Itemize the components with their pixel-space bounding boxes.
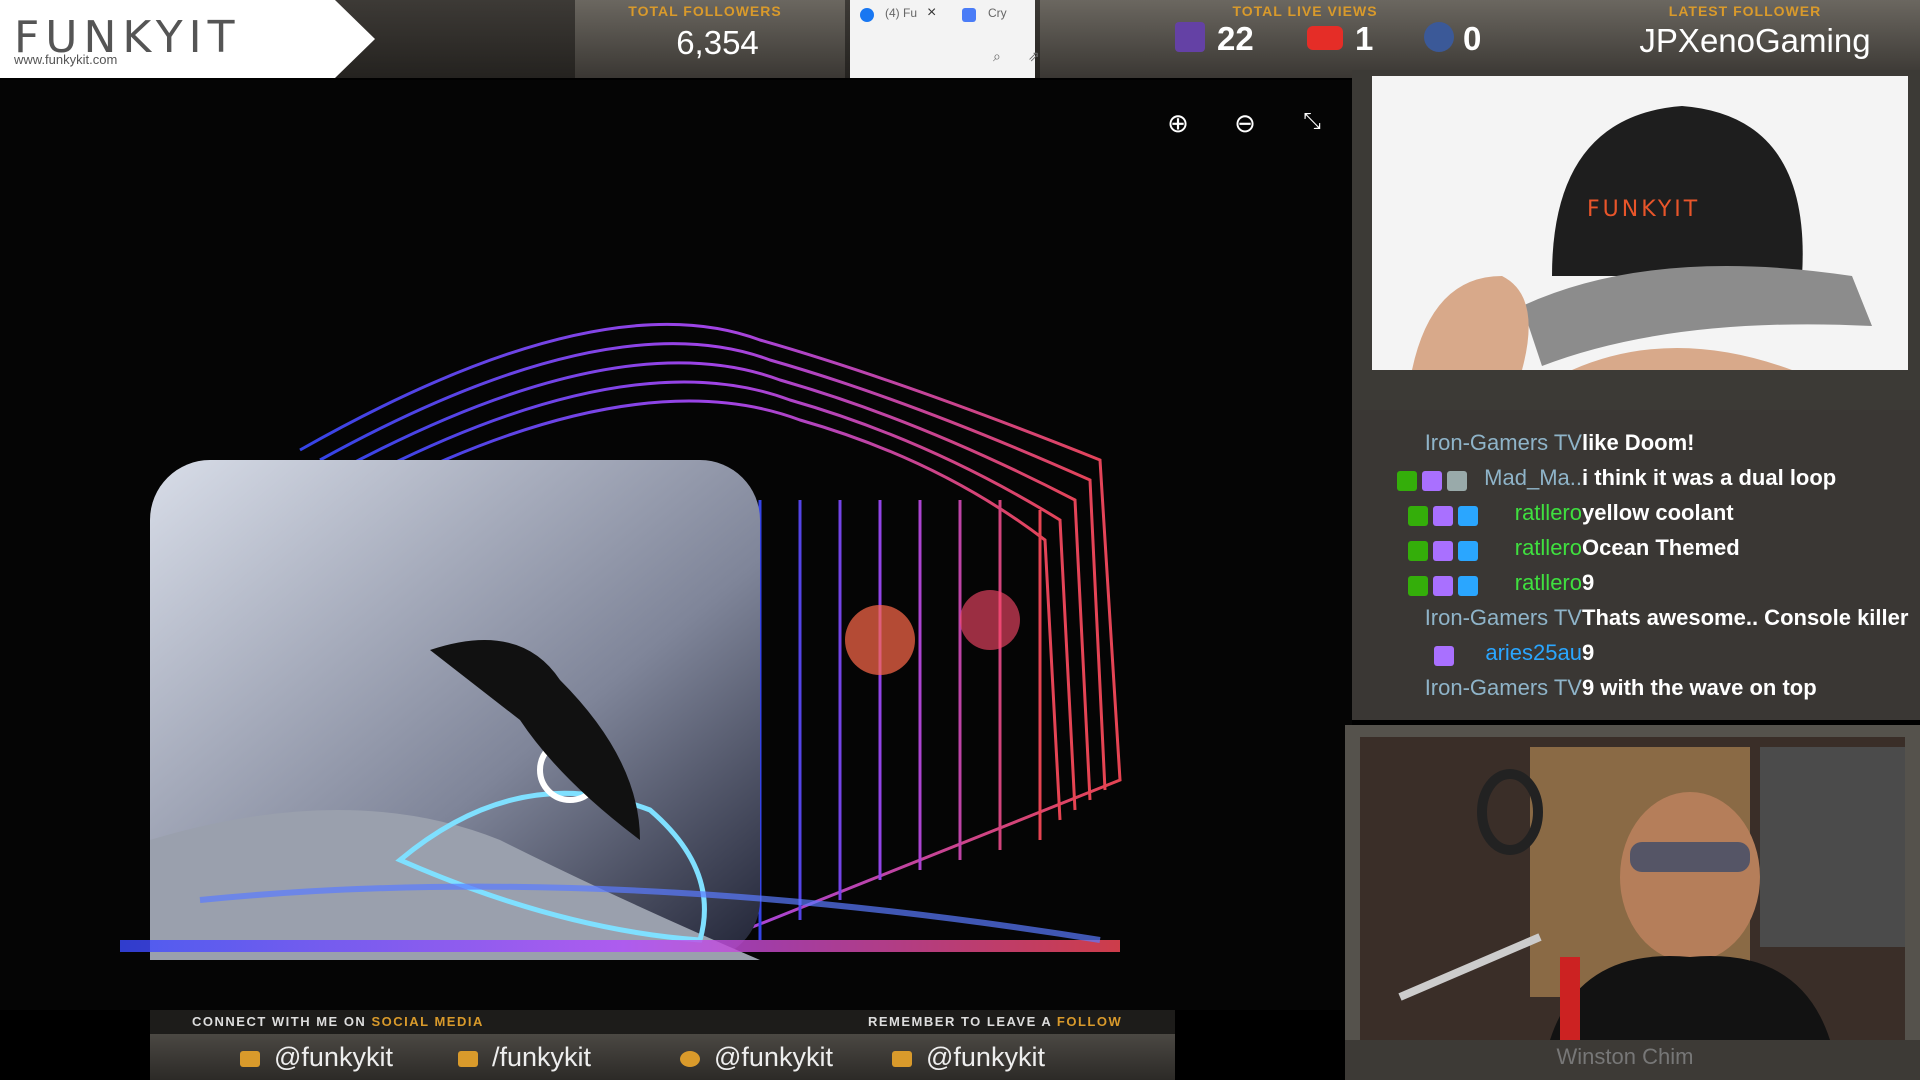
chat-text: Ocean Themed	[1582, 535, 1740, 560]
chat-message: Iron-Gamers TV like Doom!	[1352, 430, 1920, 465]
twitch-icon	[240, 1050, 260, 1067]
twitch-views-count: 22	[1217, 20, 1254, 57]
pc-case-photo	[0, 80, 1352, 1010]
chat-message: ratllero yellow coolant	[1352, 500, 1920, 535]
collapse-icon[interactable]: ⤡	[1297, 108, 1327, 138]
chat-text: i think it was a dual loop	[1582, 465, 1837, 490]
chat-username[interactable]: Iron-Gamers TV	[1425, 675, 1582, 701]
cap-illustration: FUNKYIT	[1412, 106, 1872, 370]
prime-badge-icon	[1458, 506, 1478, 526]
total-live-views-label: TOTAL LIVE VIEWS	[1232, 3, 1378, 19]
chat-username[interactable]: ratllero	[1515, 500, 1582, 526]
tab-close-icon[interactable]: ×	[927, 4, 936, 22]
facebook-favicon-icon	[860, 8, 874, 22]
moderator-badge-icon	[1397, 471, 1417, 491]
chat-text: 9	[1582, 570, 1595, 595]
webcam-feed	[1360, 737, 1905, 1040]
chat-username[interactable]: Iron-Gamers TV	[1425, 430, 1582, 456]
prime-badge-icon	[1458, 541, 1478, 561]
youtube-icon	[1307, 26, 1343, 50]
vip-badge-icon	[1422, 471, 1442, 491]
subscriber-badge-icon	[1433, 541, 1453, 561]
twitter-icon	[680, 1050, 700, 1067]
chat-username[interactable]: aries25au	[1485, 640, 1582, 666]
moderator-badge-icon	[1408, 541, 1428, 561]
facebook-icon	[892, 1050, 912, 1067]
chat-text: 9	[1582, 640, 1595, 665]
latest-follower-value: JPXenoGaming	[1639, 22, 1871, 59]
site-favicon-icon	[962, 8, 976, 22]
zoom-lens-icon[interactable]: ⌕	[993, 48, 1001, 65]
chat-message: Mad_Ma.. i think it was a dual loop	[1352, 465, 1920, 500]
browser-tab-strip	[850, 0, 1035, 78]
twitch-icon	[1175, 22, 1205, 52]
chat-message: ratllero 9	[1352, 570, 1920, 605]
chat-message: Iron-Gamers TV Thats awesome.. Console k…	[1352, 605, 1920, 640]
zoom-in-icon[interactable]: ⊕	[1163, 108, 1193, 138]
zoom-out-icon[interactable]: ⊖	[1230, 108, 1260, 138]
chat-text: like Doom!	[1582, 430, 1695, 455]
chat-username[interactable]: ratllero	[1515, 570, 1582, 596]
social-caption-left: CONNECT WITH ME ON SOCIAL MEDIA	[192, 1014, 484, 1029]
chat-username[interactable]: ratllero	[1515, 535, 1582, 561]
browser-tab-2[interactable]: Cry	[988, 6, 1007, 20]
share-icon[interactable]: ⇗	[1028, 48, 1040, 65]
moderator-badge-icon	[1408, 576, 1428, 596]
subscriber-badge-icon	[1433, 506, 1453, 526]
chat-message: ratllero Ocean Themed	[1352, 535, 1920, 570]
chat-text: yellow coolant	[1582, 500, 1734, 525]
prime-badge-icon	[1447, 471, 1467, 491]
moderator-badge-icon	[1408, 506, 1428, 526]
social-caption-right: REMEMBER TO LEAVE A FOLLOW	[868, 1014, 1123, 1029]
vip-badge-icon	[1434, 646, 1454, 666]
facebook-views-count: 0	[1463, 20, 1482, 57]
product-cam-feed: FUNKYIT	[1372, 76, 1908, 370]
youtube-views-count: 1	[1355, 20, 1374, 57]
svg-text:FUNKYIT: FUNKYIT	[1587, 197, 1700, 222]
brand-url: www.funkykit.com	[14, 52, 118, 67]
chat-message: Iron-Gamers TV 9 with the wave on top	[1352, 675, 1920, 710]
chat-message: aries25au 9	[1352, 640, 1920, 675]
browser-tab-facebook[interactable]: (4) Fu	[885, 6, 917, 20]
pc-case-illustration	[120, 322, 1122, 960]
chat-text: 9 with the wave on top	[1582, 675, 1817, 700]
prime-badge-icon	[1458, 576, 1478, 596]
chat-list: Iron-Gamers TV like Doom! Mad_Ma.. i thi…	[1352, 430, 1920, 720]
social-handle-twitch[interactable]: @funkykit	[240, 1042, 393, 1073]
chat-username[interactable]: Iron-Gamers TV	[1425, 605, 1582, 631]
streamer-name-plate: Winston Chim	[1556, 1044, 1694, 1069]
latest-follower-label: LATEST FOLLOWER	[1668, 3, 1822, 19]
streamer-illustration	[1360, 737, 1905, 1040]
subscriber-badge-icon	[1433, 576, 1453, 596]
facebook-icon	[1424, 22, 1454, 52]
chat-text: Thats awesome.. Console killer	[1582, 605, 1909, 630]
youtube-icon	[458, 1050, 478, 1067]
social-handle-twitter[interactable]: @funkykit	[680, 1042, 833, 1073]
total-followers-value: 6,354	[676, 24, 759, 61]
social-handle-youtube[interactable]: /funkykit	[458, 1042, 591, 1073]
total-followers-label: TOTAL FOLLOWERS	[628, 3, 782, 19]
social-handle-facebook[interactable]: @funkykit	[892, 1042, 1045, 1073]
chat-username[interactable]: Mad_Ma..	[1484, 465, 1582, 491]
